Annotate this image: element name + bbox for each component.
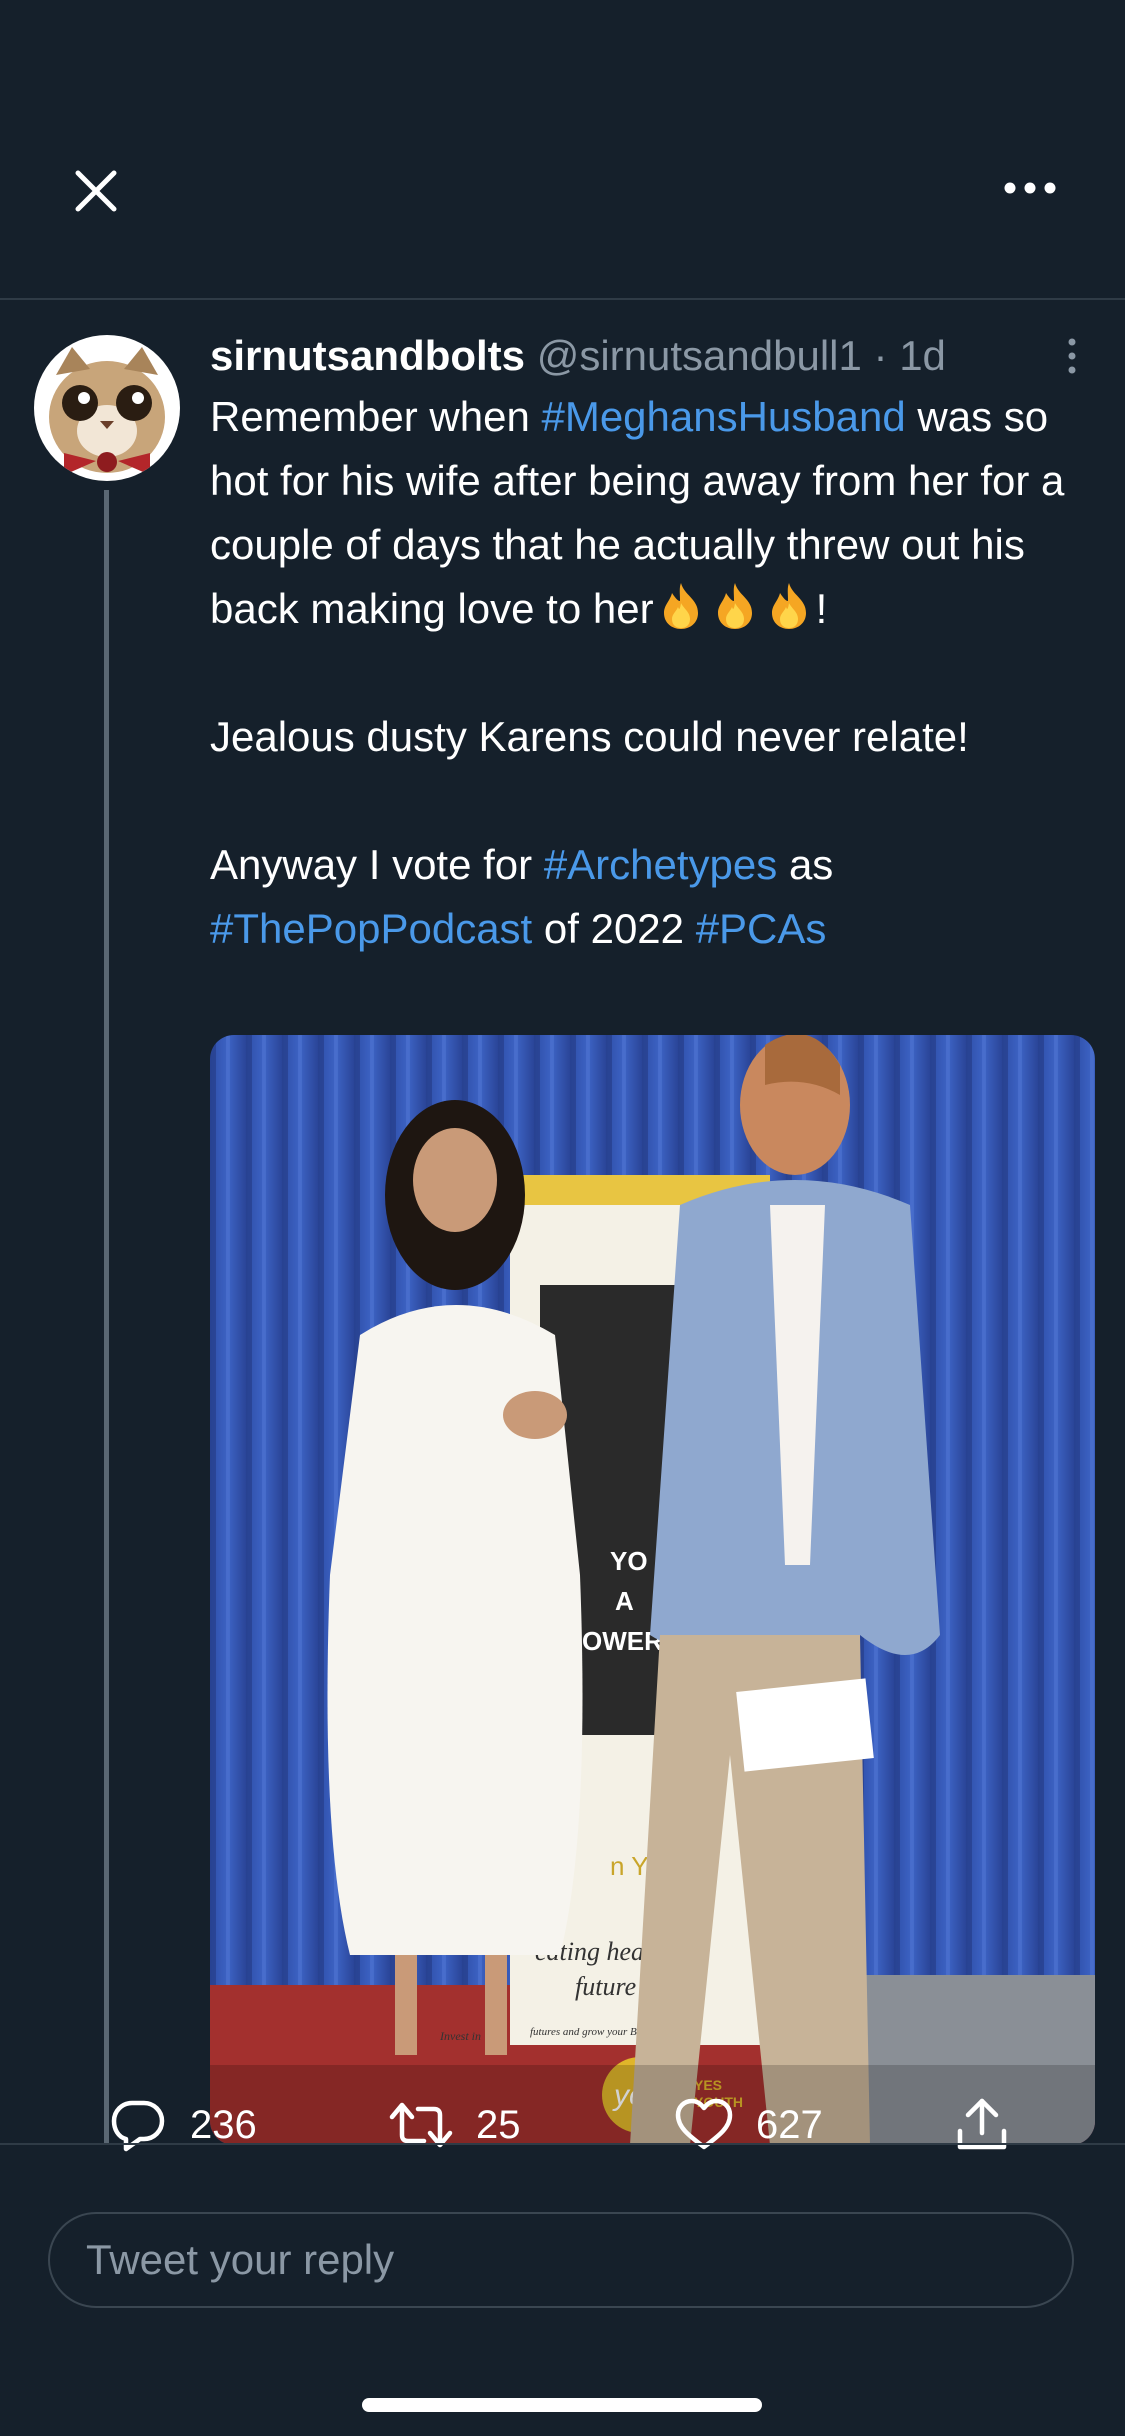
- tweet-time: 1d: [899, 332, 946, 379]
- fire-emoji-icon: [717, 583, 752, 629]
- sign-text-7: Invest in: [439, 2029, 481, 2043]
- fire-emoji-icon: [663, 583, 698, 629]
- tweet-paragraph-3: Anyway I vote for #Archetypes as #ThePop…: [210, 833, 1090, 961]
- tweet-actions: 236 25 627: [0, 2060, 1125, 2190]
- fire-emoji-icon: [771, 583, 806, 629]
- like-button[interactable]: 627: [674, 2060, 823, 2190]
- hashtag-meghanshusband[interactable]: #MeghansHusband: [541, 393, 905, 440]
- reply-button[interactable]: 236: [108, 2060, 257, 2190]
- share-icon: [957, 2098, 1007, 2150]
- close-icon: [75, 170, 117, 212]
- tweet-text-span: Remember when: [210, 393, 542, 440]
- hashtag-thepoppodcast[interactable]: #ThePopPodcast: [210, 905, 532, 952]
- photo-couple-image: YO A OWERF n YO eating heart future Inve…: [210, 1035, 1095, 2145]
- hashtag-archetypes[interactable]: #Archetypes: [544, 841, 777, 888]
- reply-input[interactable]: Tweet your reply: [48, 2212, 1074, 2308]
- sign-text-1: YO: [610, 1546, 648, 1576]
- sign-text-2: A: [615, 1586, 634, 1616]
- retweet-count: 25: [476, 2102, 521, 2147]
- tweet-menu-button[interactable]: [1060, 336, 1084, 376]
- more-horizontal-icon: [1004, 182, 1056, 194]
- avatar[interactable]: [34, 335, 180, 481]
- close-button[interactable]: [70, 165, 122, 217]
- tweet-text-span: as: [777, 841, 834, 888]
- author-name[interactable]: sirnutsandbolts: [210, 332, 525, 379]
- bottom-divider: [0, 2143, 1125, 2145]
- tweet-paragraph-1: Remember when #MeghansHusband was so hot…: [210, 385, 1090, 641]
- tweet-paragraph-2: Jealous dusty Karens could never relate!: [210, 713, 969, 760]
- author-handle[interactable]: @sirnutsandbull1: [537, 332, 862, 379]
- hashtag-pcas[interactable]: #PCAs: [696, 905, 827, 952]
- cat-avatar-image: [34, 335, 180, 481]
- retweet-button[interactable]: 25: [388, 2060, 521, 2190]
- share-button[interactable]: [954, 2060, 1010, 2190]
- tweet-text-span: of 2022: [532, 905, 696, 952]
- top-divider: [0, 298, 1125, 300]
- tweet-header: sirnutsandbolts @sirnutsandbull1 · 1d: [210, 326, 1090, 386]
- tweet-text-span: Anyway I vote for: [210, 841, 544, 888]
- separator-dot: ·: [873, 332, 888, 379]
- home-indicator[interactable]: [362, 2398, 762, 2412]
- sign-text-6: future: [575, 1972, 636, 2001]
- tweet-text-span: !: [815, 585, 828, 632]
- more-options-button[interactable]: [1002, 178, 1058, 198]
- more-vertical-icon: [1068, 338, 1076, 374]
- tweet-photo[interactable]: YO A OWERF n YO eating heart future Inve…: [210, 1035, 1095, 2145]
- like-count: 627: [756, 2102, 823, 2147]
- thread-line: [104, 490, 109, 2145]
- reply-count: 236: [190, 2102, 257, 2147]
- tweet-detail-screen: sirnutsandbolts @sirnutsandbull1 · 1d Re…: [0, 0, 1125, 2436]
- tweet-text: Remember when #MeghansHusband was so hot…: [210, 385, 1090, 961]
- top-bar: [0, 0, 1125, 300]
